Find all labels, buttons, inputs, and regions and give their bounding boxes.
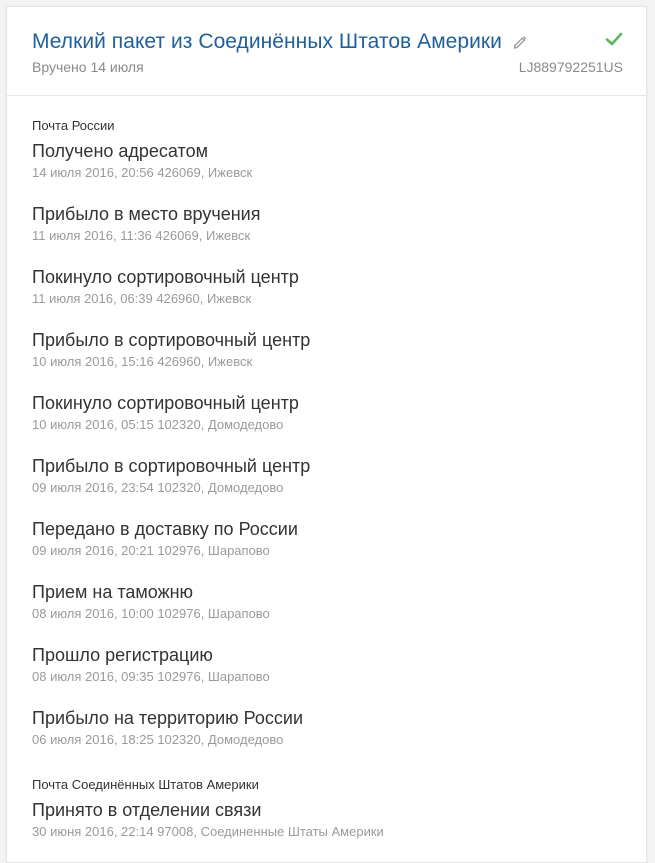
event-meta: 10 июля 2016, 15:16 426960, Ижевск [32,354,253,369]
title-row: Мелкий пакет из Соединённых Штатов Амери… [32,30,528,54]
event-title: Прибыло в сортировочный центр [32,456,311,476]
event-meta: 11 июля 2016, 06:39 426960, Ижевск [32,291,252,306]
event-meta: 09 июля 2016, 23:54 102320, Домодедово [32,480,284,495]
event-title: Прибыло на территорию России [32,708,304,728]
carrier-label-russian-post: Почта России [32,118,115,133]
event-list-russian-post: Получено адресатом 14 июля 2016, 20:56 4… [32,140,626,770]
event-item: Прибыло в место вручения 11 июля 2016, 1… [32,203,626,266]
event-item: Прибыло в сортировочный центр 09 июля 20… [32,455,626,518]
event-list-usps: Принято в отделении связи 30 июня 2016, … [32,799,626,862]
event-meta: 08 июля 2016, 10:00 102976, Шарапово [32,606,270,621]
carrier-label-usps: Почта Соединённых Штатов Америки [32,777,259,792]
event-item: Принято в отделении связи 30 июня 2016, … [32,799,626,862]
parcel-title: Мелкий пакет из Соединённых Штатов Амери… [32,30,502,53]
event-item: Покинуло сортировочный центр 10 июля 201… [32,392,626,455]
event-item: Передано в доставку по России 09 июля 20… [32,518,626,581]
card-header: Мелкий пакет из Соединённых Штатов Амери… [7,7,646,96]
event-item: Получено адресатом 14 июля 2016, 20:56 4… [32,140,626,203]
event-title: Прибыло в место вручения [32,204,261,224]
event-item: Прием на таможню 08 июля 2016, 10:00 102… [32,581,626,644]
event-title: Покинуло сортировочный центр [32,267,299,287]
delivery-status: Вручено 14 июля [32,59,144,75]
event-title: Передано в доставку по России [32,519,298,539]
tracking-card: Мелкий пакет из Соединённых Штатов Амери… [6,6,647,863]
event-meta: 09 июля 2016, 20:21 102976, Шарапово [32,543,270,558]
event-meta: 06 июля 2016, 18:25 102320, Домодедово [32,732,284,747]
tracking-number: LJ889792251US [518,59,623,75]
event-item: Покинуло сортировочный центр 11 июля 201… [32,266,626,329]
pencil-icon[interactable] [512,34,528,50]
event-title: Прибыло в сортировочный центр [32,330,311,350]
event-title: Прием на таможню [32,582,194,602]
event-item: Прибыло на территорию России 06 июля 201… [32,707,626,770]
event-item: Прибыло в сортировочный центр 10 июля 20… [32,329,626,392]
event-title: Получено адресатом [32,141,208,161]
event-meta: 14 июля 2016, 20:56 426069, Ижевск [32,165,253,180]
event-meta: 08 июля 2016, 09:35 102976, Шарапово [32,669,270,684]
check-icon [604,29,624,49]
event-title: Принято в отделении связи [32,800,262,820]
event-meta: 30 июня 2016, 22:14 97008, Соединенные Ш… [32,824,384,839]
event-item: Прошло регистрацию 08 июля 2016, 09:35 1… [32,644,626,707]
event-meta: 11 июля 2016, 11:36 426069, Ижевск [32,228,251,243]
event-title: Прошло регистрацию [32,645,213,665]
event-title: Покинуло сортировочный центр [32,393,299,413]
event-meta: 10 июля 2016, 05:15 102320, Домодедово [32,417,284,432]
